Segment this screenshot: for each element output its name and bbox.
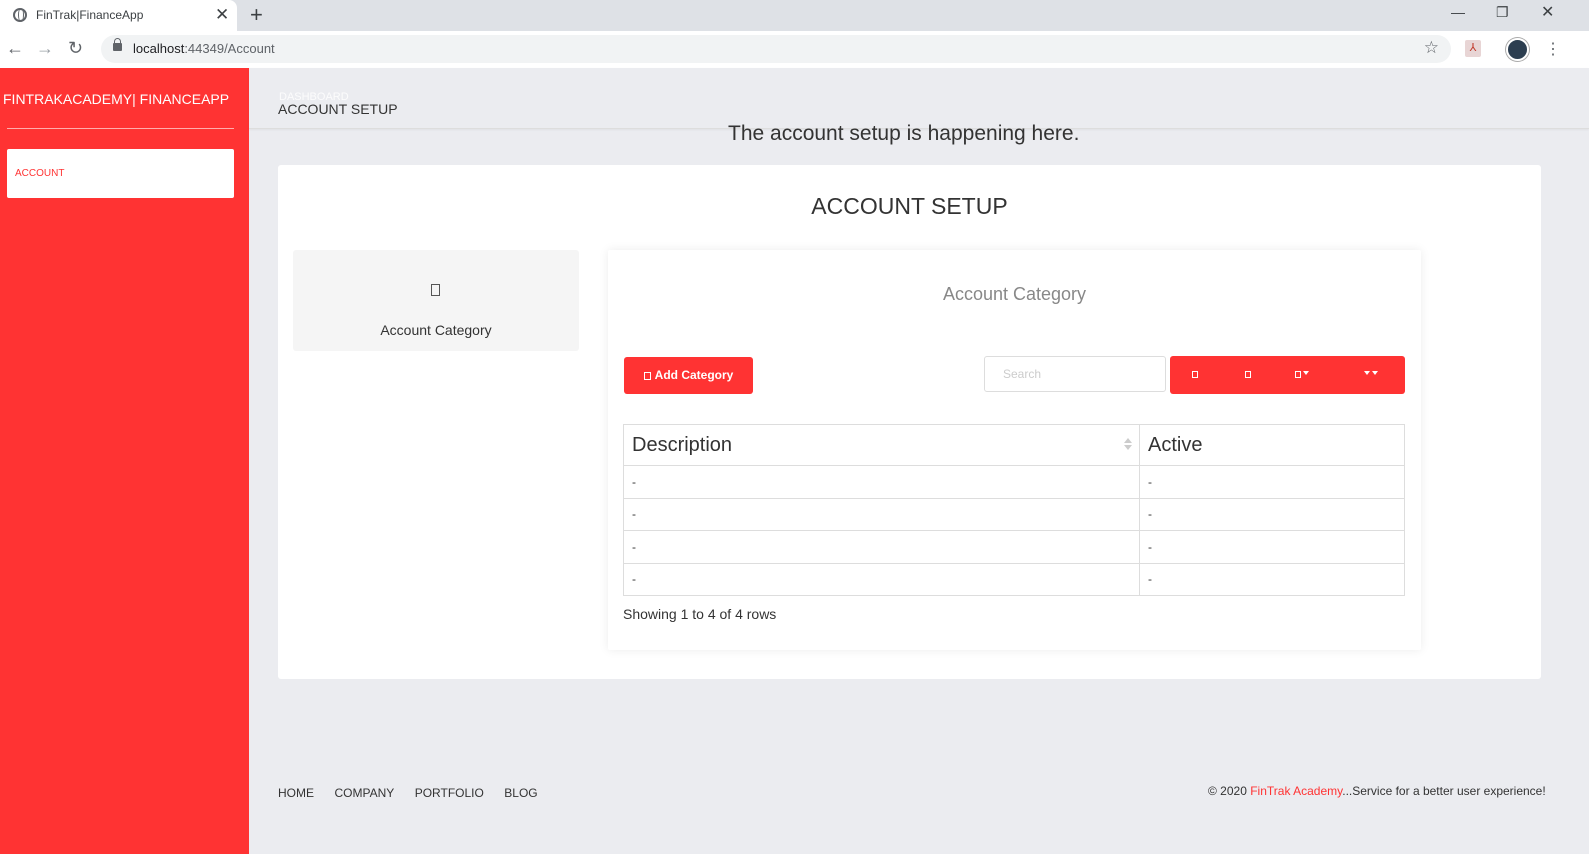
profile-avatar[interactable] [1506, 38, 1529, 61]
tab-title: FinTrak|FinanceApp [36, 8, 144, 22]
table-toolbar-buttons [1170, 356, 1405, 394]
restore-icon[interactable]: ❐ [1496, 4, 1509, 21]
bookmark-star-icon[interactable]: ☆ [1424, 38, 1439, 58]
caret-down-icon [1303, 371, 1309, 375]
footer-link-blog[interactable]: BLOG [504, 786, 537, 800]
footer-link-home[interactable]: HOME [278, 786, 314, 800]
column-header-active[interactable]: Active [1139, 424, 1405, 466]
sidebar-item-account[interactable]: ACCOUNT [7, 149, 234, 198]
window-close-icon[interactable]: ✕ [1541, 2, 1554, 22]
lock-icon [113, 38, 122, 51]
copyright-brand-link[interactable]: FinTrak Academy [1250, 784, 1342, 798]
search-input[interactable] [984, 356, 1166, 392]
refresh-button[interactable] [1192, 356, 1198, 394]
toggle-view-button[interactable] [1245, 356, 1251, 394]
tile-label: Account Category [380, 322, 492, 338]
cell-active: - [1139, 465, 1405, 499]
close-tab-icon[interactable]: ✕ [215, 5, 229, 25]
category-table: Description Active - - - - - - - - [623, 424, 1405, 596]
column-header-description[interactable]: Description [623, 424, 1140, 466]
sidebar-item-label: ACCOUNT [15, 168, 65, 179]
footer-nav: HOME COMPANY PORTFOLIO BLOG [278, 784, 554, 802]
cell-active: - [1139, 562, 1405, 596]
table-row[interactable]: - - [623, 562, 1405, 596]
cell-active: - [1139, 497, 1405, 531]
cell-active: - [1139, 530, 1405, 564]
browser-tab[interactable]: FinTrak|FinanceApp ✕ [0, 0, 237, 31]
add-category-button[interactable]: Add Category [624, 357, 753, 394]
cell-description: - [623, 562, 1140, 596]
forward-icon[interactable]: → [36, 38, 54, 59]
table-row[interactable]: - - [623, 465, 1405, 499]
minimize-icon[interactable]: — [1451, 4, 1465, 20]
category-icon [431, 284, 440, 296]
account-category-panel: Account Category Add Category Descriptio… [608, 250, 1421, 650]
brand-title[interactable]: FINTRAKACADEMY| FINANCEAPP [3, 91, 229, 107]
account-category-tile[interactable]: Account Category [293, 250, 579, 351]
account-setup-card: ACCOUNT SETUP Account Category Account C… [278, 165, 1541, 679]
copyright: © 2020 FinTrak Academy...Service for a b… [1208, 784, 1546, 798]
sort-icon[interactable] [1124, 438, 1132, 450]
columns-dropdown-button[interactable] [1295, 356, 1309, 394]
page-headline: The account setup is happening here. [728, 122, 1080, 145]
breadcrumb-current: ACCOUNT SETUP [278, 101, 398, 117]
footer-link-portfolio[interactable]: PORTFOLIO [415, 786, 484, 800]
browser-tab-strip: FinTrak|FinanceApp ✕ + — ❐ ✕ [0, 0, 1589, 31]
divider [7, 128, 234, 129]
export-icon [1364, 371, 1370, 375]
caret-down-icon [1372, 371, 1378, 375]
top-navbar: DASHBOARD ACCOUNT SETUP [249, 68, 1589, 129]
card-title: ACCOUNT SETUP [811, 193, 1008, 219]
pagination-info: Showing 1 to 4 of 4 rows [623, 606, 777, 622]
footer-link-company[interactable]: COMPANY [334, 786, 394, 800]
panel-title: Account Category [942, 284, 1087, 304]
pdf-extension-icon[interactable]: ⅄ [1465, 40, 1481, 57]
plus-icon [643, 372, 651, 380]
browser-toolbar: ← → ↻ localhost:44349/Account ☆ ⅄ ⋮ [0, 31, 1589, 68]
address-bar[interactable]: localhost:44349/Account ☆ [101, 35, 1451, 63]
cell-description: - [623, 530, 1140, 564]
cell-description: - [623, 465, 1140, 499]
table-header-row: Description Active [623, 424, 1405, 466]
table-row[interactable]: - - [623, 497, 1405, 531]
toggle-icon [1245, 371, 1251, 378]
export-dropdown-button[interactable] [1362, 356, 1378, 394]
cell-description: - [623, 497, 1140, 531]
back-icon[interactable]: ← [6, 38, 24, 59]
globe-icon [13, 8, 27, 22]
url-text: localhost:44349/Account [133, 41, 275, 56]
columns-icon [1295, 371, 1301, 378]
refresh-icon [1192, 371, 1198, 378]
reload-icon[interactable]: ↻ [68, 38, 83, 59]
table-row[interactable]: - - [623, 530, 1405, 564]
new-tab-icon[interactable]: + [250, 2, 263, 28]
browser-menu-icon[interactable]: ⋮ [1545, 39, 1561, 59]
sidebar: FINTRAKACADEMY| FINANCEAPP ACCOUNT [0, 68, 249, 854]
